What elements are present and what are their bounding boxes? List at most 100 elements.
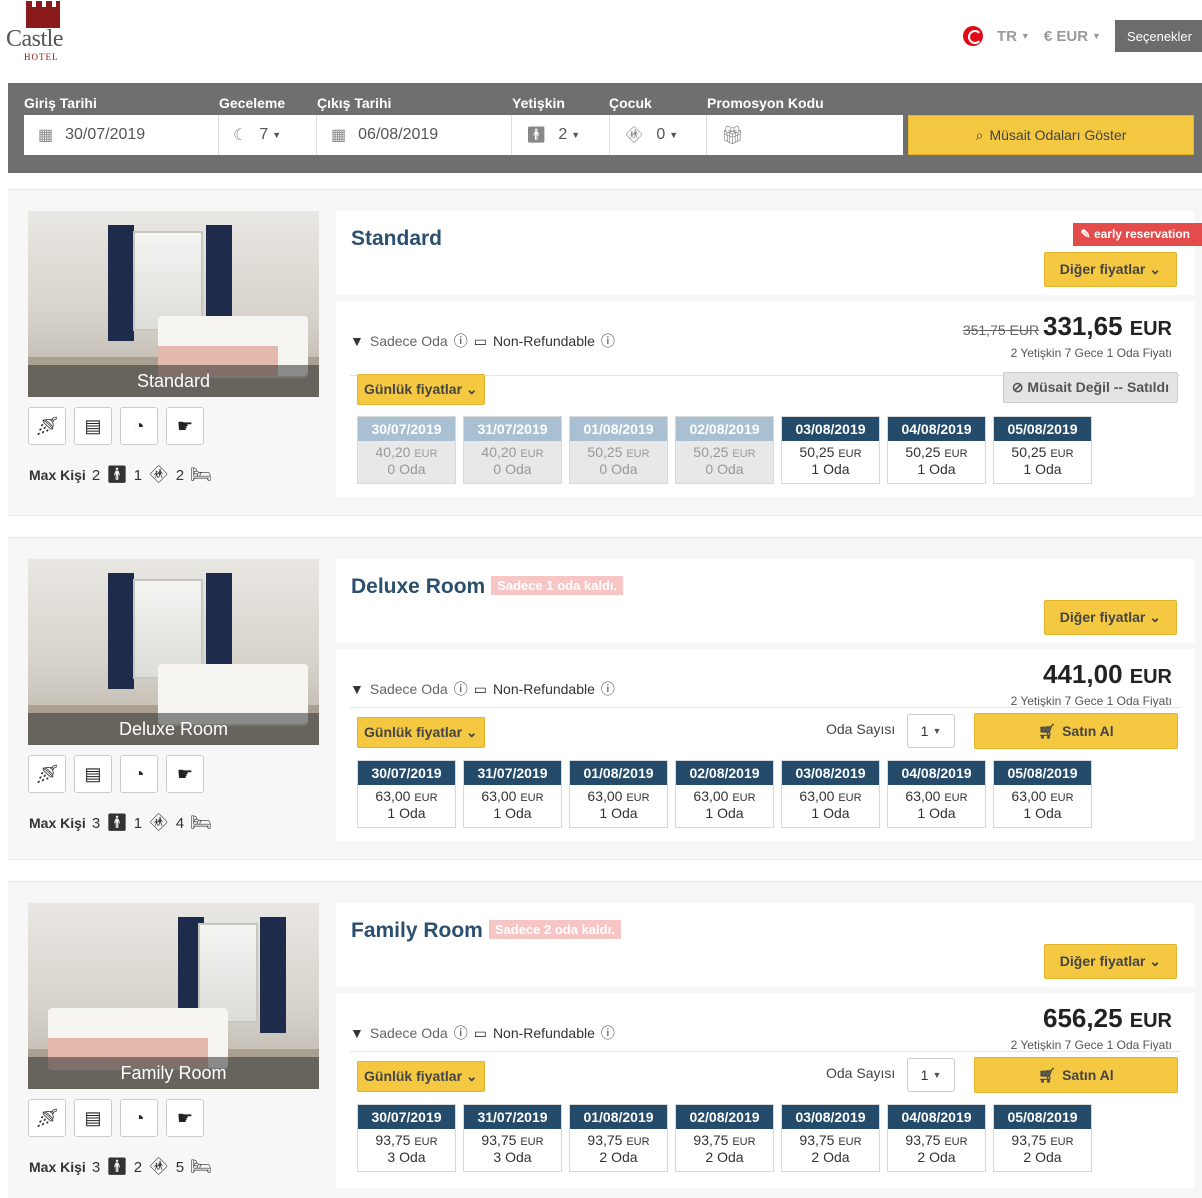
- show-rooms-button[interactable]: ⌕ Müsait Odaları Göster: [908, 115, 1194, 155]
- wifi-icon[interactable]: ◔: [120, 1099, 158, 1137]
- promo-label: Promosyon Kodu: [707, 95, 824, 111]
- max-kisi-label: Max Kişi: [29, 815, 86, 831]
- info-icon[interactable]: ⓘ: [601, 679, 615, 699]
- adult-icon: 🚹︎: [106, 465, 128, 484]
- language-dropdown[interactable]: TR ▼: [997, 28, 1030, 45]
- day-cell: 31/07/2019 93,75 EUR 3 Oda: [463, 1104, 562, 1172]
- beds: 5: [175, 1158, 185, 1176]
- info-icon[interactable]: ⓘ: [454, 1023, 468, 1043]
- room-count-select[interactable]: 1 ▼: [907, 714, 955, 748]
- bed-icon: 🛏︎: [190, 465, 212, 484]
- room-card-deluxe: Deluxe Room 🚿︎ ▤ ◔ ☛ Max Kişi 3 🚹︎ 1 🚸︎ 4 🛏…: [8, 537, 1202, 860]
- minibar-icon[interactable]: ▤: [74, 1099, 112, 1137]
- shower-icon[interactable]: 🚿︎: [28, 755, 66, 793]
- checkout-input[interactable]: ▦ 06/08/2019: [317, 115, 512, 155]
- hairdryer-icon[interactable]: ☛: [166, 407, 204, 445]
- room-count-select[interactable]: 1 ▼: [907, 1058, 955, 1092]
- nights-select[interactable]: ☾ 7 ▼: [219, 115, 317, 155]
- daily-prices-button[interactable]: Günlük fiyatlar ⌄: [357, 374, 485, 405]
- day-cell: 03/08/2019 93,75 EUR 2 Oda: [781, 1104, 880, 1172]
- room-photo[interactable]: Deluxe Room: [28, 559, 319, 745]
- room-photo-caption: Family Room: [28, 1057, 319, 1089]
- info-icon[interactable]: ⓘ: [601, 1023, 615, 1043]
- daily-prices-button[interactable]: Günlük fiyatlar ⌄: [357, 1061, 485, 1092]
- checkin-input[interactable]: ▦ 30/07/2019: [24, 115, 219, 155]
- refund-policy: Non-Refundable: [492, 681, 595, 697]
- room-card-family: Family Room 🚿︎ ▤ ◔ ☛ Max Kişi 3 🚹︎ 2 🚸︎ 5 🛏…: [8, 881, 1202, 1198]
- daily-prices: 30/07/2019 93,75 EUR 3 Oda 31/07/2019 93,75…: [357, 1104, 1092, 1172]
- buy-button[interactable]: 🛒︎ Satın Al: [974, 713, 1178, 749]
- currency-label: € EUR: [1043, 27, 1089, 45]
- info-icon[interactable]: ⓘ: [454, 679, 468, 699]
- adults-select[interactable]: 🚹︎ 2 ▼: [512, 115, 610, 155]
- day-cell: 31/07/2019 40,20 EUR 0 Oda: [463, 416, 562, 484]
- room-photo-caption: Standard: [28, 365, 319, 397]
- max-children: 1: [133, 466, 143, 484]
- max-kisi-label: Max Kişi: [29, 467, 86, 483]
- day-cell: 02/08/2019 50,25 EUR 0 Oda: [675, 416, 774, 484]
- offer-details: ▼ Sadece Oda ⓘ ▭ Non-Refundable ⓘ: [350, 331, 615, 351]
- rooms-left-badge: Sadece 2 oda kaldı.: [488, 920, 621, 939]
- room-title-panel: Standard ✎ early reservation Diğer fiyat…: [336, 211, 1202, 295]
- beds: 2: [175, 466, 185, 484]
- other-prices-button[interactable]: Diğer fiyatlar ⌄: [1043, 600, 1177, 635]
- daily-prices-button[interactable]: Günlük fiyatlar ⌄: [357, 717, 485, 748]
- chevron-down-icon: ▼: [669, 130, 679, 140]
- day-cell: 01/08/2019 50,25 EUR 0 Oda: [569, 416, 668, 484]
- room-photo[interactable]: Standard: [28, 211, 319, 397]
- other-prices-button[interactable]: Diğer fiyatlar ⌄: [1043, 252, 1177, 287]
- shower-icon[interactable]: 🚿︎: [28, 407, 66, 445]
- max-adults: 2: [91, 466, 101, 484]
- room-count-label: Oda Sayısı: [826, 1065, 896, 1081]
- shower-icon[interactable]: 🚿︎: [28, 1099, 66, 1137]
- calendar-icon: ▦: [331, 127, 347, 144]
- day-cell: 05/08/2019 63,00 EUR 1 Oda: [993, 760, 1092, 828]
- top-right-controls: TR ▼ € EUR ▼ Seçenekler: [962, 20, 1202, 52]
- options-button[interactable]: Seçenekler: [1114, 20, 1202, 52]
- gift-icon: 🎁︎: [721, 124, 744, 145]
- filter-icon: ▼: [350, 1025, 364, 1041]
- max-adults: 3: [91, 1158, 101, 1176]
- card-icon: ▭: [473, 1024, 487, 1041]
- day-cell: 05/08/2019 50,25 EUR 1 Oda: [993, 416, 1092, 484]
- currency-dropdown[interactable]: € EUR ▼: [1044, 28, 1101, 45]
- day-cell: 01/08/2019 93,75 EUR 2 Oda: [569, 1104, 668, 1172]
- total-price: 656,25 EUR: [1043, 1003, 1172, 1033]
- buy-button[interactable]: 🛒︎ Satın Al: [974, 1057, 1178, 1093]
- nights-value: 7: [259, 126, 269, 143]
- checkout-value: 06/08/2019: [358, 126, 439, 143]
- day-cell: 03/08/2019 63,00 EUR 1 Oda: [781, 760, 880, 828]
- adult-icon: 🚹︎: [526, 127, 547, 144]
- price-block: 656,25 EUR 2 Yetişkin 7 Gece 1 Oda Fiyat…: [1011, 1003, 1172, 1052]
- promo-input[interactable]: 🎁︎: [707, 115, 903, 155]
- room-title-panel: Deluxe Room Sadece 1 oda kaldı. Diğer fiy…: [336, 559, 1194, 643]
- moon-icon: ☾: [233, 127, 248, 144]
- max-kisi-label: Max Kişi: [29, 1159, 86, 1175]
- wifi-icon[interactable]: ◔: [120, 755, 158, 793]
- hairdryer-icon[interactable]: ☛: [166, 755, 204, 793]
- info-icon[interactable]: ⓘ: [454, 331, 468, 351]
- amenity-icons: 🚿︎ ▤ ◔ ☛: [28, 407, 204, 445]
- info-icon[interactable]: ⓘ: [601, 331, 615, 351]
- minibar-icon[interactable]: ▤: [74, 407, 112, 445]
- search-icon: ⌕: [975, 126, 984, 143]
- chevron-down-icon: ▼: [1020, 31, 1030, 41]
- room-photo[interactable]: Family Room: [28, 903, 319, 1089]
- day-cell: 03/08/2019 50,25 EUR 1 Oda: [781, 416, 880, 484]
- hotel-logo[interactable]: Castle HOTEL: [6, 1, 76, 62]
- max-guests: Max Kişi 3 🚹︎ 2 🚸︎ 5 🛏︎: [29, 1157, 212, 1177]
- day-cell: 31/07/2019 63,00 EUR 1 Oda: [463, 760, 562, 828]
- children-select[interactable]: 🚸︎ 0 ▼: [610, 115, 707, 155]
- children-value: 0: [656, 126, 666, 143]
- hairdryer-icon[interactable]: ☛: [166, 1099, 204, 1137]
- show-rooms-label: Müsait Odaları Göster: [989, 127, 1127, 143]
- cart-icon: 🛒︎: [1038, 722, 1057, 739]
- other-prices-button[interactable]: Diğer fiyatlar ⌄: [1043, 944, 1177, 979]
- max-adults: 3: [91, 814, 101, 832]
- wifi-icon[interactable]: ◔: [120, 407, 158, 445]
- minibar-icon[interactable]: ▤: [74, 755, 112, 793]
- max-children: 1: [133, 814, 143, 832]
- checkin-value: 30/07/2019: [65, 126, 146, 143]
- amenity-icons: 🚿︎ ▤ ◔ ☛: [28, 1099, 204, 1137]
- cart-icon: 🛒︎: [1038, 1066, 1057, 1083]
